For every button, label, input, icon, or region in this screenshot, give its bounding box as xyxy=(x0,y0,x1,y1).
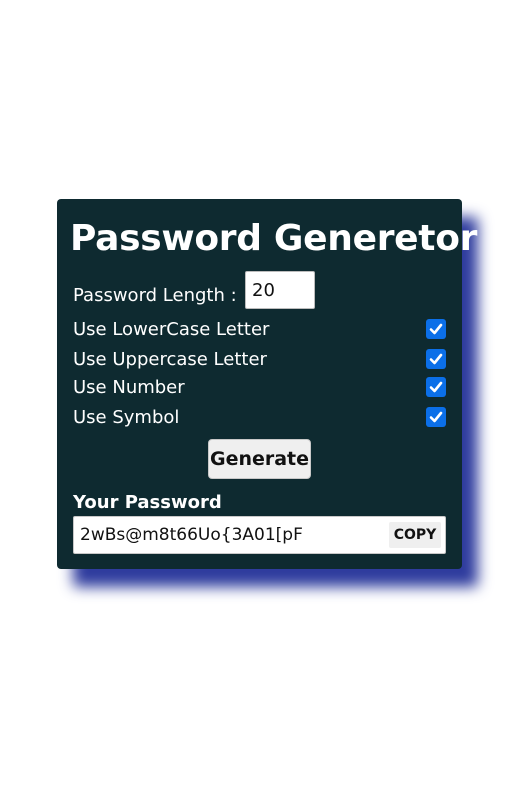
password-length-input[interactable] xyxy=(245,271,315,309)
app-title: Password Generetor xyxy=(70,218,478,259)
number-checkbox[interactable] xyxy=(426,377,446,397)
checkmark-icon xyxy=(429,381,443,393)
length-row: Password Length : xyxy=(73,271,446,309)
copy-button[interactable]: COPY xyxy=(389,522,441,548)
uppercase-checkbox[interactable] xyxy=(426,349,446,369)
lowercase-checkbox[interactable] xyxy=(426,319,446,339)
option-row-uppercase: Use Uppercase Letter xyxy=(73,347,446,373)
option-label-symbol: Use Symbol xyxy=(73,407,180,428)
option-label-number: Use Number xyxy=(73,377,185,398)
option-label-uppercase: Use Uppercase Letter xyxy=(73,349,267,370)
password-generator-card: Password Generetor Password Length : Use… xyxy=(57,199,477,569)
option-row-symbol: Use Symbol xyxy=(73,405,446,431)
password-output-field[interactable]: 2wBs@m8t66Uo{3A01[pF COPY xyxy=(73,516,446,554)
option-row-lowercase: Use LowerCase Letter xyxy=(73,317,446,343)
symbol-checkbox[interactable] xyxy=(426,407,446,427)
length-label: Password Length : xyxy=(73,285,237,306)
option-label-lowercase: Use LowerCase Letter xyxy=(73,319,270,340)
checkmark-icon xyxy=(429,323,443,335)
generated-password-text: 2wBs@m8t66Uo{3A01[pF xyxy=(80,525,303,545)
checkmark-icon xyxy=(429,353,443,365)
generate-button[interactable]: Generate xyxy=(208,439,311,479)
your-password-label: Your Password xyxy=(73,492,222,513)
checkmark-icon xyxy=(429,411,443,423)
option-row-number: Use Number xyxy=(73,375,446,401)
